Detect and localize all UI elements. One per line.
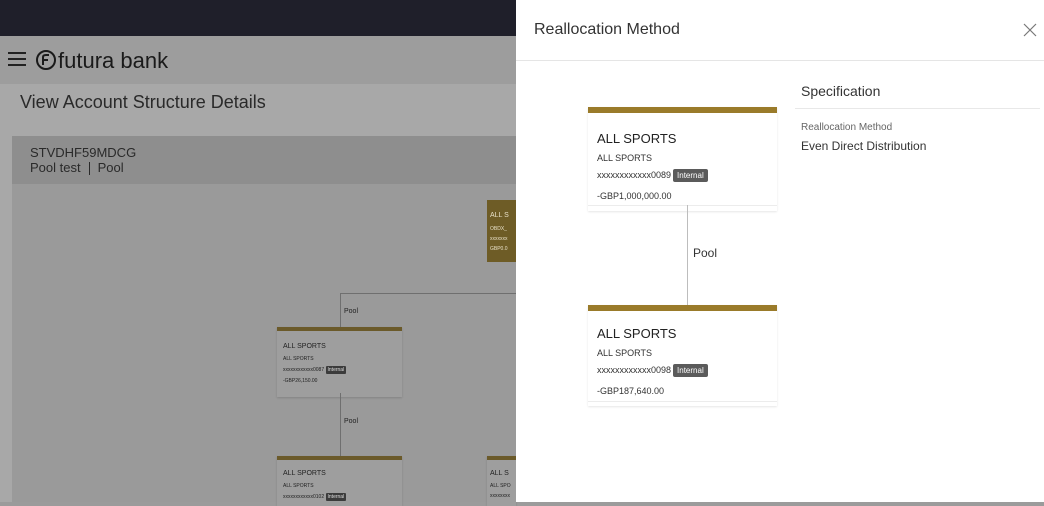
brand-logo-icon <box>36 50 56 70</box>
structure-name: Pool test <box>30 160 81 175</box>
card-sub: ALL SPORTS <box>597 153 653 163</box>
node-sub: ALL SPO <box>490 483 511 489</box>
node-account: xxxxxxxx <box>490 493 510 499</box>
card-sub: ALL SPORTS <box>597 348 653 358</box>
card-divider <box>588 205 777 206</box>
page-title: View Account Structure Details <box>20 92 266 112</box>
specification-divider <box>795 108 1040 109</box>
tree-node-root[interactable]: ALL S OBDX_ xxxxxxx GBP0.0 <box>487 200 516 262</box>
internal-badge: Internal <box>325 493 347 501</box>
pool-link-label: Pool <box>344 418 359 425</box>
node-account: xxxxxxxxxxxx0102 Internal <box>283 493 347 501</box>
specification-value: Even Direct Distribution <box>801 139 927 153</box>
structure-id: STVDHF59MDCG <box>30 145 137 160</box>
node-title: ALL S <box>490 212 509 219</box>
card-divider <box>588 401 777 402</box>
header-account-card: ALL SPORTS ALL SPORTS xxxxxxxxxxxx0089 In… <box>588 107 777 211</box>
tree-node[interactable]: ALL SPORTS ALL SPORTS xxxxxxxxxxxx0102 I… <box>277 456 402 506</box>
node-title: ALL SPORTS <box>283 470 326 477</box>
modal-divider <box>516 60 1044 61</box>
pool-connector <box>687 205 688 305</box>
node-sub: ALL SPORTS <box>283 356 314 362</box>
node-line: OBDX_ <box>490 226 507 232</box>
card-account: xxxxxxxxxxxx0098 Internal <box>597 364 708 377</box>
internal-badge: Internal <box>673 169 708 182</box>
node-amount: -GBP26,150.00 <box>283 378 318 384</box>
node-line: xxxxxxx <box>490 236 508 242</box>
card-account: xxxxxxxxxxxx0089 Internal <box>597 169 708 182</box>
node-title: ALL SPORTS <box>283 343 326 350</box>
card-amount: -GBP1,000,000.00 <box>597 191 672 201</box>
internal-badge: Internal <box>673 364 708 377</box>
specification-key: Reallocation Method <box>801 122 893 133</box>
structure-type: Pool <box>97 160 124 175</box>
modal-title: Reallocation Method <box>534 21 680 38</box>
tree-connector <box>340 393 341 456</box>
tree-canvas <box>12 184 516 502</box>
node-sub: ALL SPORTS <box>283 483 314 489</box>
node-line: GBP0.0 <box>490 246 508 252</box>
account-number: xxxxxxxxxxxx0089 <box>597 170 672 180</box>
pool-link-label: Pool <box>693 246 718 260</box>
brand-name: futura bank <box>58 48 169 73</box>
tree-connector <box>340 293 516 294</box>
specification-title: Specification <box>801 83 881 99</box>
structure-subtitle: Pool test Pool <box>30 160 124 176</box>
card-name: ALL SPORTS <box>597 131 677 146</box>
tree-connector <box>340 293 341 327</box>
menu-icon[interactable] <box>8 52 26 66</box>
node-title: ALL S <box>490 470 509 477</box>
card-name: ALL SPORTS <box>597 326 677 341</box>
child-account-card: ALL SPORTS ALL SPORTS xxxxxxxxxxxx0098 In… <box>588 305 777 406</box>
tree-node[interactable]: ALL SPORTS ALL SPORTS xxxxxxxxxxxx0087 I… <box>277 327 402 397</box>
internal-badge: Internal <box>325 366 347 374</box>
reallocation-method-modal <box>516 0 1044 502</box>
card-amount: -GBP187,640.00 <box>597 386 665 396</box>
close-icon[interactable] <box>1022 22 1038 38</box>
pool-link-label: Pool <box>344 308 359 315</box>
node-account: xxxxxxxxxxxx0087 Internal <box>283 366 347 374</box>
account-number: xxxxxxxxxxxx0098 <box>597 365 672 375</box>
tree-node[interactable]: ALL S ALL SPO xxxxxxxx <box>487 456 516 506</box>
